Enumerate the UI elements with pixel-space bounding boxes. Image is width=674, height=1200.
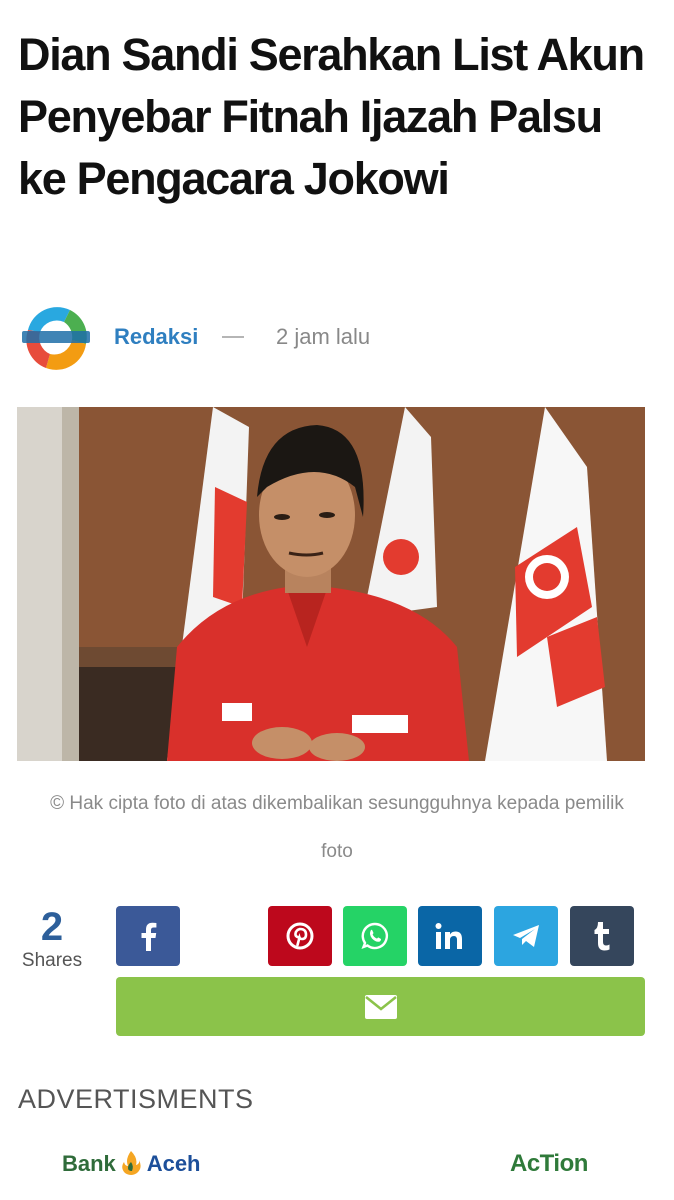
email-share-button[interactable] — [116, 977, 645, 1036]
whatsapp-icon — [361, 922, 388, 950]
pinterest-icon — [286, 922, 314, 950]
action-ad[interactable]: AcTion — [510, 1150, 588, 1178]
photo-caption: © Hak cipta foto di atas dikembalikan se… — [50, 793, 624, 862]
article-title: Dian Sandi Serahkan List Akun Penyebar F… — [18, 29, 645, 204]
bank-aceh-ad[interactable]: Bank Aceh — [62, 1150, 252, 1190]
facebook-icon — [141, 922, 157, 951]
linkedin-icon — [435, 923, 462, 949]
telegram-share-button[interactable] — [494, 906, 558, 966]
flame-icon — [122, 1151, 141, 1175]
share-label: Shares — [21, 950, 83, 971]
article-photo — [17, 407, 645, 761]
share-count: 2 — [40, 905, 64, 949]
byline-separator — [222, 336, 244, 338]
bank-ad-label: Bank — [62, 1151, 116, 1176]
advertisements-heading: ADVERTISMENTS — [18, 1084, 254, 1114]
pinterest-share-button[interactable] — [268, 906, 332, 966]
mail-icon — [364, 994, 397, 1019]
site-logo-avatar — [20, 302, 92, 374]
tumblr-share-button[interactable] — [570, 906, 634, 966]
share-counter: 2 Shares — [14, 905, 90, 973]
byline: Redaksi 2 jam lalu — [18, 300, 658, 376]
tumblr-icon — [594, 922, 610, 951]
author-link[interactable]: Redaksi — [114, 324, 198, 350]
bank-ad-name: Aceh — [146, 1151, 201, 1176]
facebook-share-button[interactable] — [116, 906, 180, 966]
telegram-icon — [513, 925, 539, 947]
post-time: 2 jam lalu — [276, 324, 371, 349]
whatsapp-share-button[interactable] — [343, 906, 407, 966]
linkedin-share-button[interactable] — [418, 906, 482, 966]
